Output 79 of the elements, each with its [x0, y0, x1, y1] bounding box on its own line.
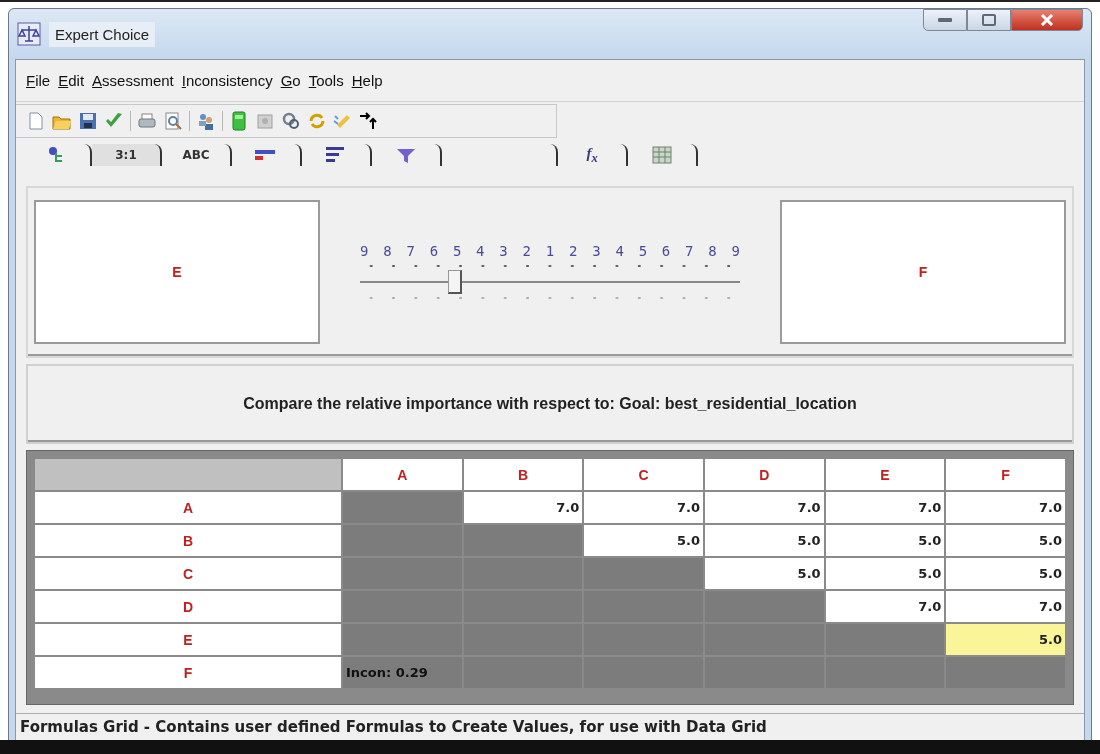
value-cell[interactable]: 7.0	[825, 492, 945, 523]
maximize-icon	[982, 14, 996, 26]
value-cell[interactable]: 5.0	[946, 558, 1065, 589]
tab[interactable]: f$_{x}$	[558, 144, 628, 166]
scale-number: 9	[360, 242, 369, 259]
column-header: C	[584, 459, 703, 490]
prompt-text: Compare the relative importance with respect to: Goal: best_residential_location	[243, 394, 857, 413]
minimize-button[interactable]	[923, 9, 967, 31]
scale-number: 4	[615, 242, 624, 259]
menu-item[interactable]: Help	[351, 72, 383, 89]
element-label: E	[172, 263, 182, 280]
scale-number: 9	[731, 242, 740, 259]
row-header: D	[35, 591, 341, 622]
scale-number: 3	[499, 242, 508, 259]
row-header: E	[35, 624, 341, 655]
bar-chart-icon	[255, 148, 277, 162]
element-label: F	[918, 263, 928, 280]
value-cell[interactable]: 7.0	[825, 591, 945, 622]
tab[interactable]: 3:1	[92, 144, 162, 166]
slider-thumb[interactable]	[448, 269, 462, 294]
funnel-icon	[396, 146, 416, 164]
window-title: Expert Choice	[49, 21, 156, 47]
status-text: Formulas Grid - Contains user defined Formulas to Create Values, for use with Data Grid	[20, 718, 767, 736]
tree-icon	[49, 146, 63, 164]
column-header: B	[463, 459, 583, 490]
scale-number: 3	[592, 242, 601, 259]
grid-icon	[652, 146, 672, 164]
value-cell[interactable]: 5.0	[704, 525, 824, 556]
value-cell[interactable]: 5.0	[946, 525, 1065, 556]
scale-number: 7	[685, 242, 694, 259]
scales-icon	[17, 22, 41, 46]
maximize-button[interactable]	[967, 9, 1011, 31]
scale-number: 7	[406, 242, 415, 259]
menu-item[interactable]: Inconsistency	[181, 72, 273, 89]
value-cell[interactable]: 5.0	[825, 525, 945, 556]
arrows-icon[interactable]	[359, 111, 379, 131]
tab[interactable]: ABC	[162, 144, 232, 166]
scale-number: 8	[383, 242, 392, 259]
value-cell[interactable]: 5.0	[704, 558, 824, 589]
column-header: A	[343, 459, 462, 490]
scale-number: 2	[522, 242, 531, 259]
close-icon	[1040, 14, 1054, 26]
column-header: D	[704, 459, 824, 490]
value-cell[interactable]: 7.0	[584, 492, 703, 523]
column-header: F	[946, 459, 1065, 490]
scale-number: 5	[638, 242, 648, 259]
scale-number: 6	[429, 242, 439, 259]
menu-item[interactable]: File	[26, 72, 51, 89]
printer-icon[interactable]	[137, 111, 157, 131]
value-cell[interactable]: 5.0	[825, 558, 945, 589]
gears-icon[interactable]	[281, 111, 301, 131]
print-preview-icon[interactable]	[163, 111, 183, 131]
value-cell[interactable]: 7.0	[946, 492, 1065, 523]
value-cell[interactable]: 7.0	[463, 492, 583, 523]
scale-number: 4	[476, 242, 485, 259]
row-header: F	[35, 657, 341, 688]
value-cell[interactable]: 5.0	[584, 525, 703, 556]
close-button[interactable]	[1011, 9, 1083, 31]
menu-item[interactable]: Edit	[58, 72, 85, 89]
scale-number: 5	[452, 242, 462, 259]
value-cell[interactable]: 7.0	[704, 492, 824, 523]
minimize-icon	[938, 17, 952, 23]
row-header: A	[35, 492, 341, 523]
row-header: B	[35, 525, 341, 556]
scale-number: 1	[545, 242, 555, 259]
sorted-bars-icon	[326, 147, 346, 163]
row-header: C	[35, 558, 341, 589]
column-header: E	[825, 459, 945, 490]
scale-number: 2	[568, 242, 578, 259]
menu-item[interactable]: Assessment	[92, 72, 174, 89]
value-cell[interactable]: 5.0	[946, 624, 1065, 655]
menu-item[interactable]: Go	[280, 72, 301, 89]
value-cell[interactable]: 7.0	[946, 591, 1065, 622]
shaded-cell: Incon: 0.29	[343, 657, 462, 688]
people-icon[interactable]	[196, 111, 216, 131]
scale-number: 8	[708, 242, 717, 259]
calculator-icon[interactable]	[229, 111, 249, 131]
scale-number: 6	[661, 242, 671, 259]
menu-item[interactable]: Tools	[308, 72, 344, 89]
